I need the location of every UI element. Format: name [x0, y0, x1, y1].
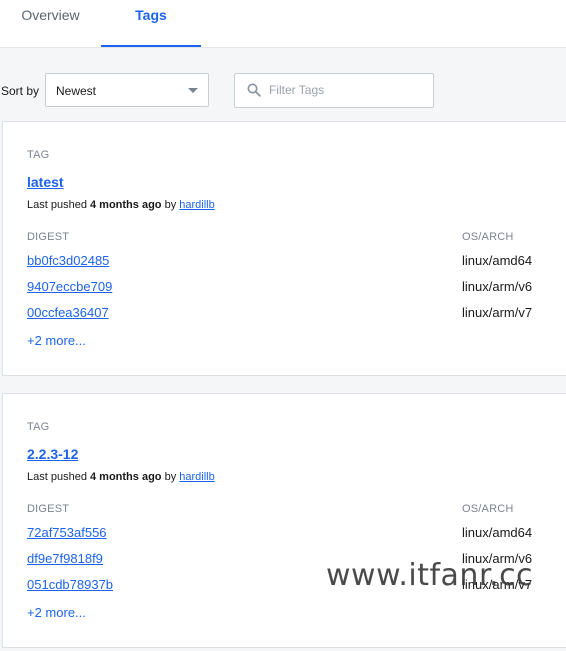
user-link[interactable]: hardillb: [179, 199, 214, 211]
tab-bar: Overview Tags: [0, 0, 566, 48]
pushed-when: 4 months ago: [90, 199, 162, 211]
os-arch-header: OS/ARCH: [462, 231, 514, 243]
user-link[interactable]: hardillb: [179, 471, 214, 483]
tag-label: TAG: [27, 149, 50, 161]
filter-tags-field[interactable]: [234, 73, 434, 108]
chevron-down-icon: [188, 88, 198, 93]
digest-link[interactable]: 9407eccbe709: [27, 279, 112, 294]
tag-name-link[interactable]: latest: [27, 174, 64, 190]
tag-card: TAG latest Last pushed 4 months ago by h…: [2, 121, 566, 376]
sort-select[interactable]: Newest: [45, 73, 209, 107]
last-pushed-text: Last pushed 4 months ago by hardillb: [27, 199, 215, 211]
pushed-when: 4 months ago: [90, 471, 162, 483]
sort-by-label: Sort by: [1, 84, 40, 98]
pushed-prefix: Last pushed: [27, 199, 87, 211]
last-pushed-text: Last pushed 4 months ago by hardillb: [27, 471, 215, 483]
pushed-prefix: Last pushed: [27, 471, 87, 483]
digest-link[interactable]: 051cdb78937b: [27, 577, 113, 592]
more-digests-link[interactable]: +2 more...: [27, 605, 86, 620]
os-arch-header: OS/ARCH: [462, 503, 514, 515]
os-arch-value: linux/arm/v7: [462, 305, 533, 320]
tab-overview[interactable]: Overview: [0, 0, 101, 47]
digest-header: DIGEST: [27, 503, 70, 515]
sort-select-value: Newest: [56, 84, 97, 98]
os-arch-value: linux/amd64: [462, 525, 533, 540]
digest-link[interactable]: 00ccfea36407: [27, 305, 109, 320]
digest-link[interactable]: bb0fc3d02485: [27, 253, 109, 268]
tag-card: TAG 2.2.3-12 Last pushed 4 months ago by…: [2, 393, 566, 648]
search-icon: [247, 83, 261, 97]
pushed-by: by: [164, 199, 177, 211]
tag-label: TAG: [27, 421, 50, 433]
os-arch-value: linux/arm/v6: [462, 279, 533, 294]
filter-tags-input[interactable]: [269, 80, 419, 100]
digest-link[interactable]: df9e7f9818f9: [27, 551, 103, 566]
watermark: www.itfanr.cc: [326, 558, 534, 593]
digest-header: DIGEST: [27, 231, 70, 243]
more-digests-link[interactable]: +2 more...: [27, 333, 86, 348]
pushed-by: by: [164, 471, 177, 483]
tag-name-link[interactable]: 2.2.3-12: [27, 446, 78, 462]
os-arch-value: linux/amd64: [462, 253, 533, 268]
digest-link[interactable]: 72af753af556: [27, 525, 107, 540]
tab-tags[interactable]: Tags: [101, 0, 201, 47]
